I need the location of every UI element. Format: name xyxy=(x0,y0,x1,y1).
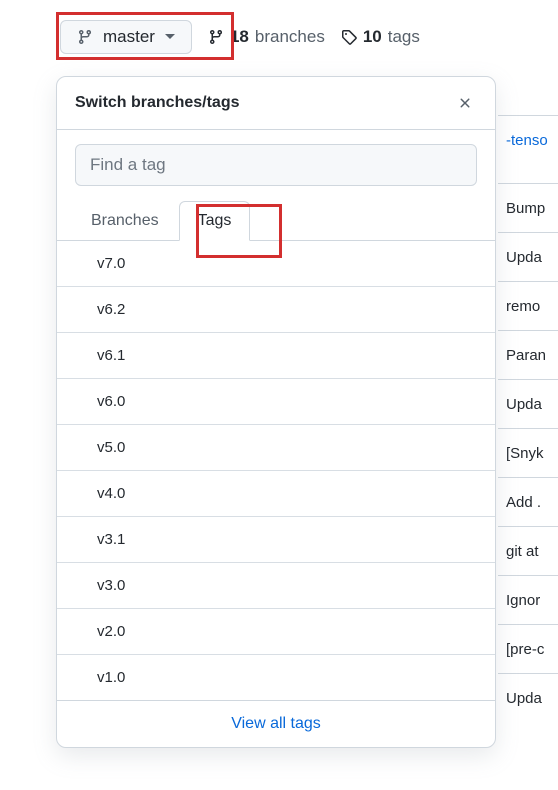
background-row: Paran xyxy=(498,330,558,379)
top-controls: master 18 branches 10 tags xyxy=(0,0,558,74)
tag-item[interactable]: v2.0 xyxy=(57,609,495,655)
tabs: Branches Tags xyxy=(57,200,495,241)
tag-item[interactable]: v6.1 xyxy=(57,333,495,379)
tag-item[interactable]: v1.0 xyxy=(57,655,495,700)
tags-link[interactable]: 10 tags xyxy=(341,27,420,47)
tag-search-input[interactable] xyxy=(75,144,477,186)
branch-select-button[interactable]: master xyxy=(60,20,192,54)
background-row: Ignor xyxy=(498,575,558,624)
tag-icon xyxy=(341,29,357,45)
background-row: Bump xyxy=(498,183,558,232)
background-row: [Snyk xyxy=(498,428,558,477)
popover-footer: View all tags xyxy=(57,700,495,747)
background-row: [pre-c xyxy=(498,624,558,673)
tag-item[interactable]: v3.0 xyxy=(57,563,495,609)
background-row: -tenso xyxy=(498,115,558,164)
tab-branches[interactable]: Branches xyxy=(73,201,177,241)
background-row: Upda xyxy=(498,232,558,281)
branch-icon xyxy=(77,29,93,45)
close-button[interactable] xyxy=(453,91,477,115)
tags-label: tags xyxy=(388,27,420,47)
close-icon xyxy=(457,95,473,111)
tag-item[interactable]: v4.0 xyxy=(57,471,495,517)
branch-label: master xyxy=(103,27,155,47)
branches-label: branches xyxy=(255,27,325,47)
background-row: Add . xyxy=(498,477,558,526)
view-all-tags-link[interactable]: View all tags xyxy=(231,715,321,732)
tag-list: v7.0v6.2v6.1v6.0v5.0v4.0v3.1v3.0v2.0v1.0 xyxy=(57,241,495,700)
branches-link[interactable]: 18 branches xyxy=(208,27,325,47)
tag-item[interactable]: v3.1 xyxy=(57,517,495,563)
tag-item[interactable]: v6.0 xyxy=(57,379,495,425)
popover-header: Switch branches/tags xyxy=(57,77,495,130)
search-wrapper xyxy=(57,130,495,200)
background-row: git at xyxy=(498,526,558,575)
branches-count: 18 xyxy=(230,27,249,47)
background-row: remo xyxy=(498,281,558,330)
caret-down-icon xyxy=(165,34,175,40)
background-row: Upda xyxy=(498,379,558,428)
branch-tag-popover: Switch branches/tags Branches Tags v7.0v… xyxy=(56,76,496,748)
popover-title: Switch branches/tags xyxy=(75,94,240,112)
tags-count: 10 xyxy=(363,27,382,47)
tag-item[interactable]: v5.0 xyxy=(57,425,495,471)
tag-item[interactable]: v7.0 xyxy=(57,241,495,287)
branch-icon xyxy=(208,29,224,45)
tab-tags[interactable]: Tags xyxy=(179,201,251,241)
tag-item[interactable]: v6.2 xyxy=(57,287,495,333)
background-row: Upda xyxy=(498,673,558,722)
